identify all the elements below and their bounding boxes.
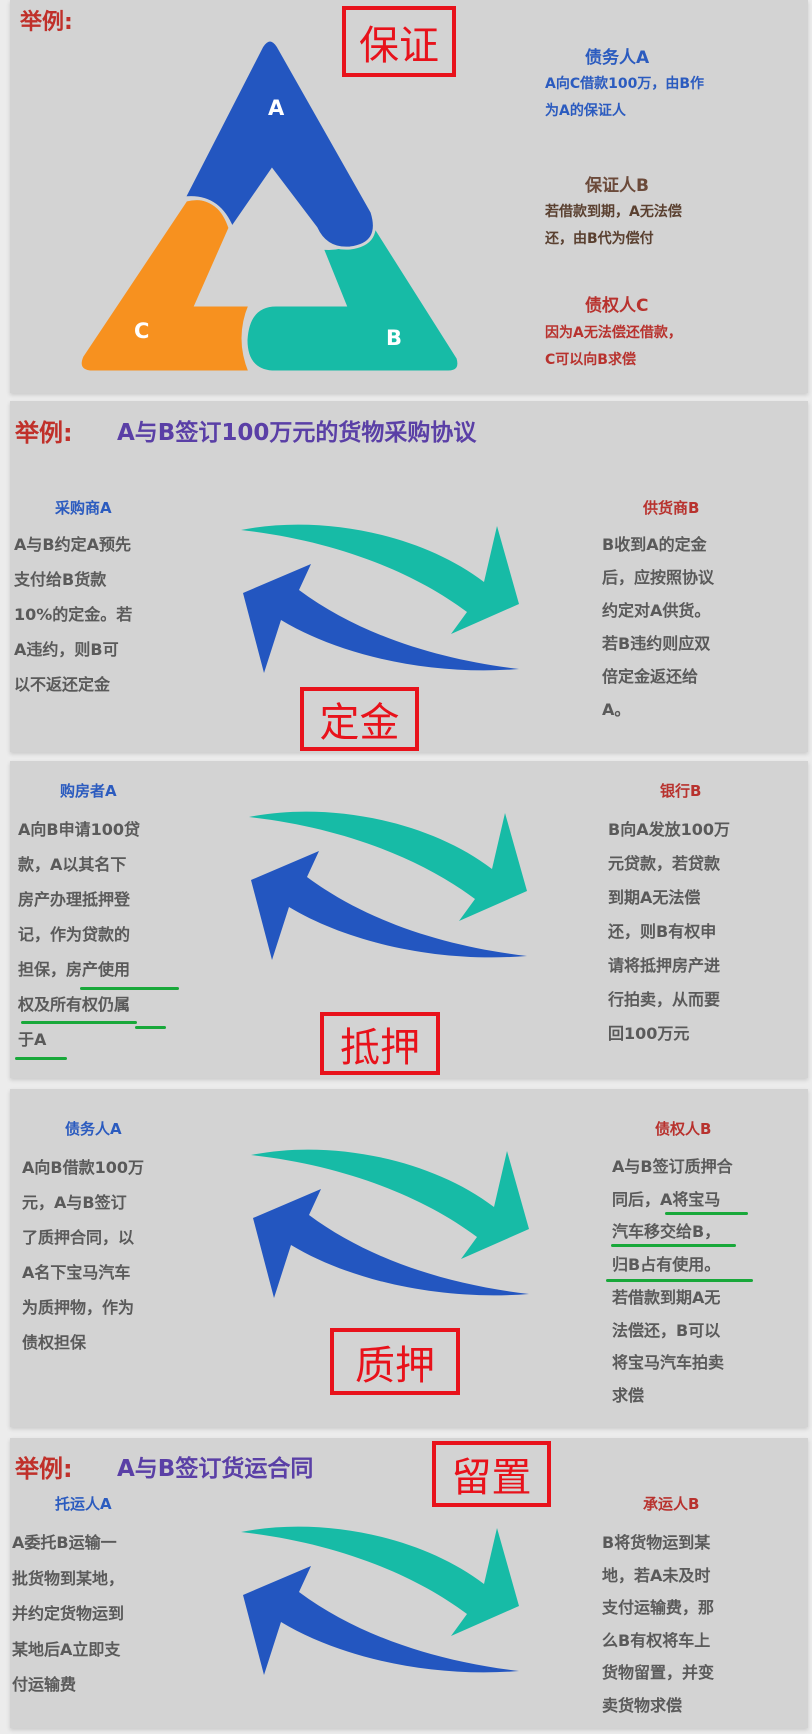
text-line: 货物留置，并变 <box>602 1663 715 1682</box>
debtor-title: 债务人A <box>585 48 650 68</box>
text-line: 回100万元 <box>608 1024 690 1043</box>
text-line: 若B违约则应双 <box>602 634 711 653</box>
text-line: B将货物运到某 <box>602 1533 711 1552</box>
party-b-title: 债权人B <box>655 1120 712 1138</box>
text-line: A向C借款100万，由B作 <box>545 76 705 92</box>
section-title: A与B签订100万元的货物采购协议 <box>117 420 477 446</box>
text-line: A向B申请100贷 <box>18 820 140 839</box>
highlight-underline <box>80 987 179 990</box>
text-line: 因为A无法偿还借款， <box>545 325 682 341</box>
text-line: 于A <box>18 1030 47 1049</box>
text-line: 以不返还定金 <box>14 675 111 694</box>
triangle-segment-c <box>78 197 253 374</box>
creditor-title: 债权人C <box>585 296 649 316</box>
highlight-underline <box>606 1279 753 1282</box>
text-line: 10%的定金。若 <box>14 605 133 624</box>
text-line: 么B有权将车上 <box>602 1630 711 1650</box>
exchange-arrows <box>241 1526 521 1676</box>
text-line: A委托B运输一 <box>12 1533 117 1552</box>
text-line: 房产办理抵押登 <box>18 890 131 909</box>
exchange-arrows <box>249 811 529 961</box>
text-line: 地，若A未及时 <box>602 1565 711 1585</box>
tag-mortgage: 抵押 <box>320 1012 440 1075</box>
text-line: 担保，房产使用 <box>18 960 131 979</box>
party-a-title: 购房者A <box>60 782 117 800</box>
text-line: 倍定金返还给 <box>602 667 699 686</box>
text-line: A与B约定A预先 <box>14 535 131 554</box>
party-a-title: 托运人A <box>55 1495 112 1513</box>
highlight-underline <box>611 1244 736 1247</box>
triangle-label-c: C <box>134 319 150 343</box>
tag-deposit: 定金 <box>300 687 419 751</box>
text-line: 约定对A供货。 <box>602 601 711 620</box>
text-line: 后，应按照协议 <box>602 568 715 587</box>
exchange-arrows <box>251 1149 531 1299</box>
text-line: 若借款到期A无 <box>612 1287 721 1307</box>
text-line: B收到A的定金 <box>602 535 707 554</box>
text-line: 将宝马汽车拍卖 <box>612 1353 725 1373</box>
text-line: A名下宝马汽车 <box>22 1263 131 1282</box>
highlight-underline <box>21 1021 137 1024</box>
example-label: 举例: <box>15 1455 73 1483</box>
text-line: 汽车移交给B， <box>612 1222 721 1242</box>
text-line: 并约定货物运到 <box>12 1604 125 1623</box>
text-line: A违约，则B可 <box>14 640 119 659</box>
text-line: 某地后A立即支 <box>12 1639 121 1659</box>
text-line: C可以向B求偿 <box>545 352 636 368</box>
text-line: 若借款到期，A无法偿 <box>545 204 682 220</box>
triangle-label-b: B <box>386 326 403 350</box>
highlight-underline <box>665 1212 748 1215</box>
text-line: 归B占有使用。 <box>612 1255 721 1275</box>
text-line: 卖货物求偿 <box>602 1695 683 1715</box>
highlight-underline <box>15 1057 67 1060</box>
party-b-title: 承运人B <box>643 1495 700 1513</box>
party-b-title: 银行B <box>660 782 702 800</box>
text-line: 求偿 <box>612 1385 645 1405</box>
text-line: 为质押物，作为 <box>22 1298 135 1317</box>
party-a-title: 债务人A <box>65 1120 122 1138</box>
text-line: 为A的保证人 <box>545 103 626 119</box>
text-line: B向A发放100万 <box>608 820 730 839</box>
text-line: 法偿还，B可以 <box>612 1320 721 1340</box>
text-line: 请将抵押房产进 <box>608 956 721 975</box>
party-b-title: 供货商B <box>643 499 700 517</box>
triangle-diagram <box>78 38 461 374</box>
section-title: A与B签订货运合同 <box>117 1456 314 1482</box>
text-line: 债权担保 <box>22 1333 87 1352</box>
text-line: A。 <box>602 700 631 719</box>
text-line: 还，由B代为偿付 <box>545 231 654 247</box>
text-line: 同后，A将宝马 <box>612 1189 721 1209</box>
example-label: 举例: <box>15 419 73 447</box>
guarantor-title: 保证人B <box>585 176 649 196</box>
triangle-label-a: A <box>268 96 285 120</box>
text-line: 付运输费 <box>12 1675 77 1694</box>
text-line: 行拍卖，从而要 <box>608 990 721 1009</box>
highlight-underline <box>135 1026 166 1029</box>
text-line: 还，则B有权申 <box>608 922 717 941</box>
text-line: A向B借款100万 <box>22 1158 144 1177</box>
text-line: 款，A以其名下 <box>18 855 127 874</box>
tag-pledge: 质押 <box>330 1328 460 1395</box>
text-line: 权及所有权仍属 <box>18 995 131 1014</box>
text-line: 支付给B货款 <box>14 570 107 589</box>
text-line: 元贷款，若贷款 <box>608 854 721 873</box>
exchange-arrows <box>241 524 521 674</box>
tag-lien: 留置 <box>432 1441 551 1507</box>
text-line: 元，A与B签订 <box>22 1193 127 1212</box>
text-line: 记，作为贷款的 <box>18 925 131 944</box>
text-line: 到期A无法偿 <box>608 888 701 907</box>
text-line: 支付运输费，那 <box>602 1598 715 1617</box>
party-a-title: 采购商A <box>55 499 112 517</box>
text-line: 批货物到某地， <box>12 1568 125 1588</box>
text-line: 了质押合同，以 <box>22 1228 135 1247</box>
text-line: A与B签订质押合 <box>612 1157 733 1176</box>
